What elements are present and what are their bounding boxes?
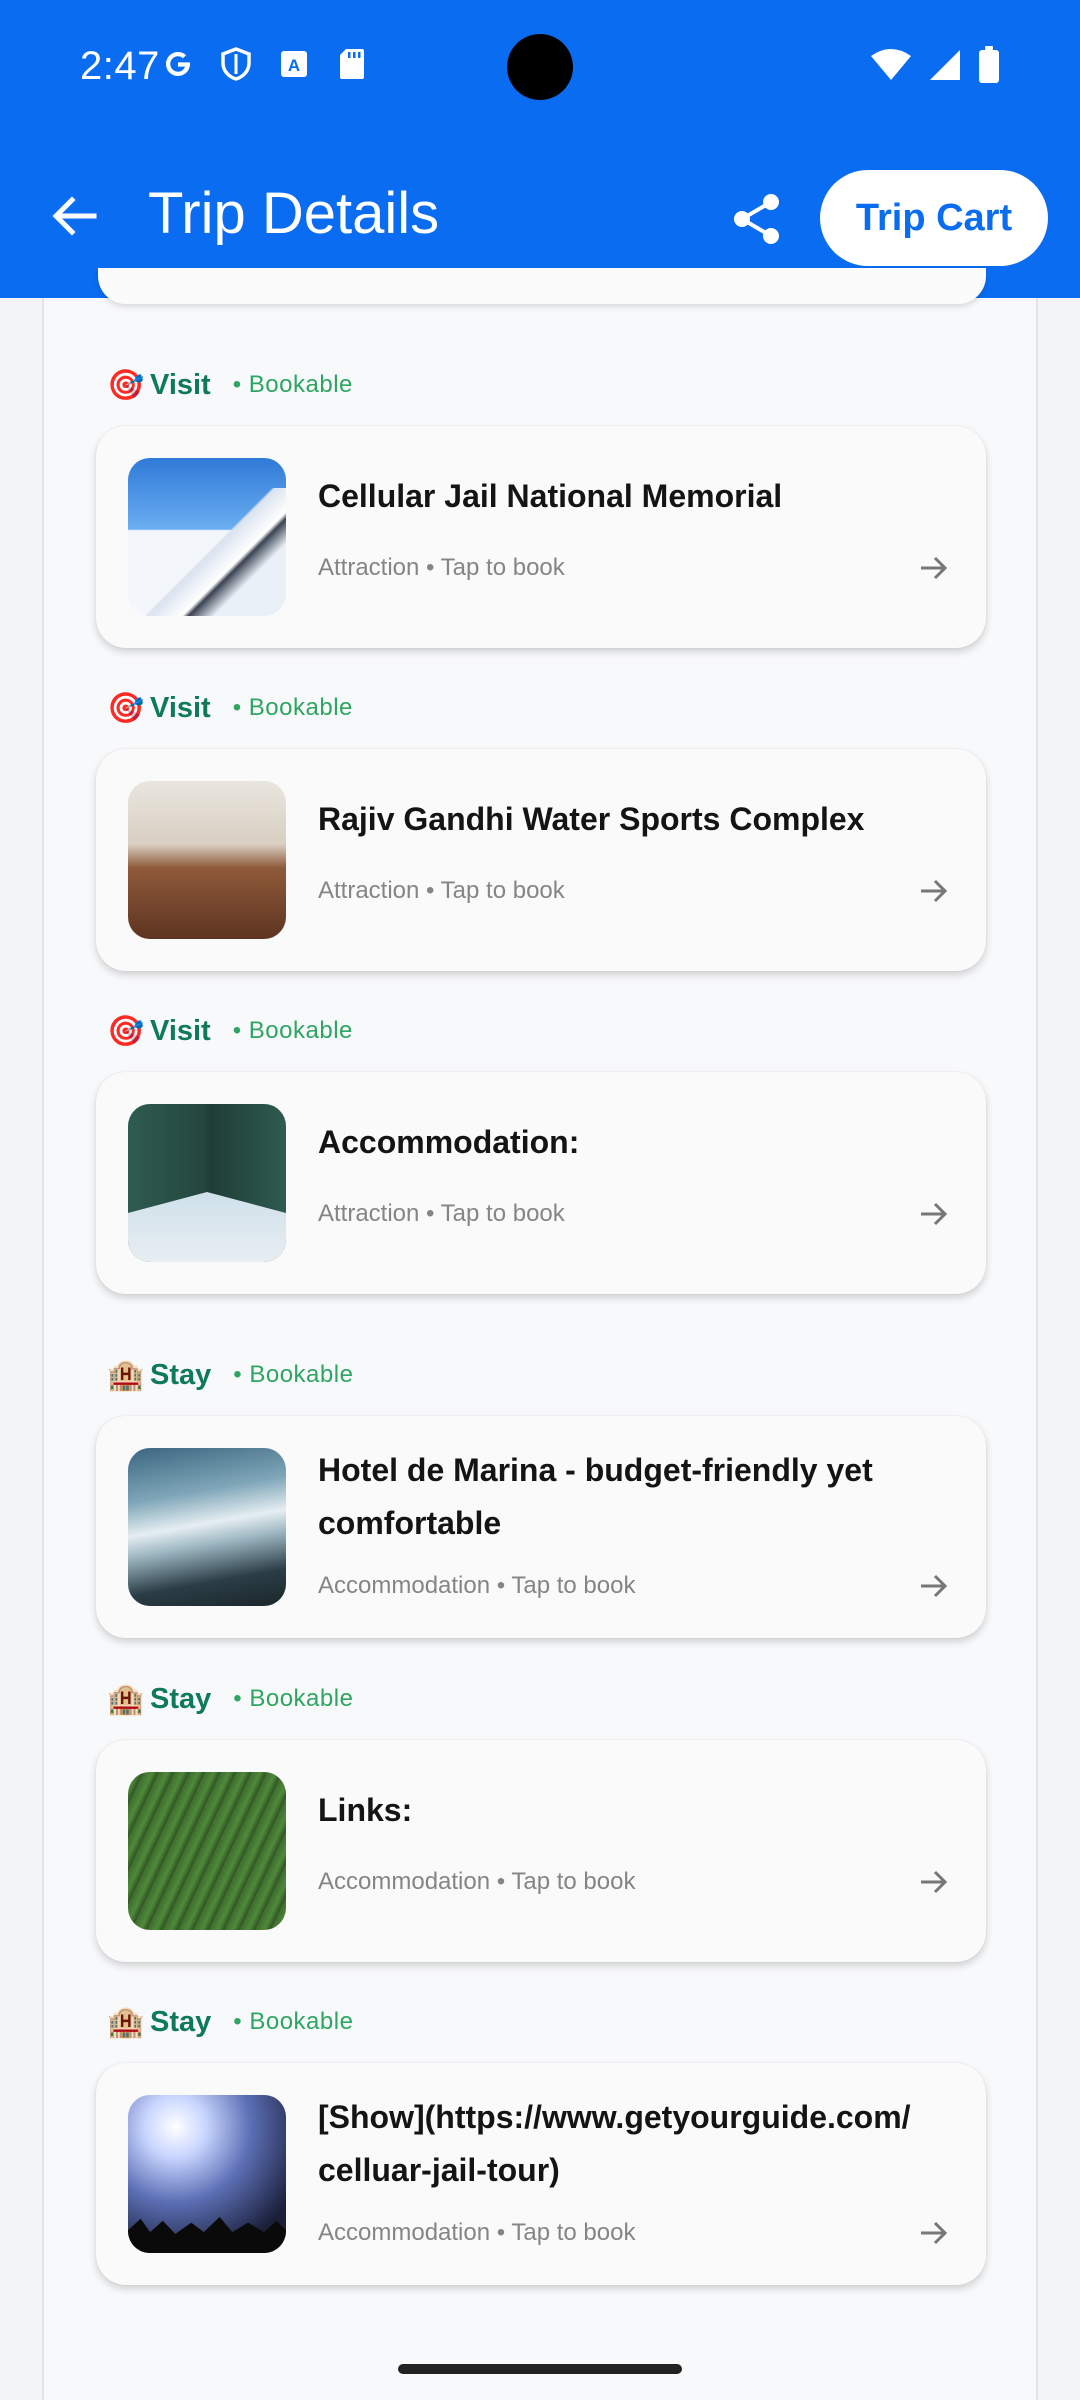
page-title: Trip Details	[148, 181, 440, 246]
trip-cart-button[interactable]: Trip Cart	[820, 170, 1048, 266]
arrow-right-icon[interactable]	[914, 871, 954, 911]
card-thumbnail	[128, 2095, 286, 2253]
card-thumbnail	[128, 1772, 286, 1930]
attraction-card[interactable]: Rajiv Gandhi Water Sports Complex Attrac…	[96, 749, 986, 971]
sd-card-icon	[334, 46, 370, 82]
card-title: Accommodation:	[318, 1124, 580, 1160]
card-meta: Accommodation • Tap to book	[318, 1868, 636, 1895]
section-label: Visit	[150, 691, 211, 724]
target-icon: 🎯	[107, 368, 145, 402]
share-icon[interactable]	[722, 184, 792, 254]
section-header: 🏨 Stay • Bookable	[107, 1350, 354, 1400]
card-title: [Show](https://www.getyourguide.com/cell…	[318, 2099, 911, 2188]
target-icon: 🎯	[107, 1014, 145, 1048]
bookable-badge: • Bookable	[233, 2008, 354, 2035]
card-title: Rajiv Gandhi Water Sports Complex	[318, 801, 865, 837]
a-badge-icon: A	[276, 46, 312, 82]
bookable-badge: • Bookable	[233, 1361, 354, 1388]
card-meta: Attraction • Tap to book	[318, 554, 565, 581]
card-thumbnail	[128, 1448, 286, 1606]
accommodation-card[interactable]: [Show](https://www.getyourguide.com/cell…	[96, 2063, 986, 2285]
shield-icon	[218, 46, 254, 82]
arrow-right-icon[interactable]	[914, 2213, 954, 2253]
card-meta: Attraction • Tap to book	[318, 877, 565, 904]
bookable-badge: • Bookable	[232, 371, 353, 398]
arrow-right-icon[interactable]	[914, 1566, 954, 1606]
card-thumbnail	[128, 781, 286, 939]
section-header: 🎯 Visit • Bookable	[107, 683, 353, 733]
hotel-icon: 🏨	[107, 2005, 145, 2039]
front-camera-cutout	[507, 34, 573, 100]
section-header: 🏨 Stay • Bookable	[107, 1674, 354, 1724]
accommodation-card[interactable]: Hotel de Marina - budget-friendly yet co…	[96, 1416, 986, 1638]
attraction-card[interactable]: Accommodation: Attraction • Tap to book	[96, 1072, 986, 1294]
wifi-icon	[870, 48, 912, 87]
card-meta: Attraction • Tap to book	[318, 1200, 565, 1227]
card-title: Hotel de Marina - budget-friendly yet co…	[318, 1452, 873, 1541]
section-label: Stay	[150, 2005, 212, 2038]
card-meta: Accommodation • Tap to book	[318, 2219, 636, 2246]
card-thumbnail	[128, 1104, 286, 1262]
top-bar: 2:47 A Trip Details Trip Cart	[0, 0, 1080, 298]
accommodation-card[interactable]: Links: Accommodation • Tap to book	[96, 1740, 986, 1962]
card-title: Links:	[318, 1792, 413, 1828]
card-thumbnail	[128, 458, 286, 616]
hotel-icon: 🏨	[107, 1682, 145, 1716]
status-time: 2:47	[80, 44, 160, 88]
gesture-home-bar[interactable]	[398, 2364, 682, 2374]
section-label: Stay	[150, 1682, 212, 1715]
status-left-icons: A	[160, 46, 370, 82]
previous-card-edge	[98, 268, 986, 304]
bookable-badge: • Bookable	[233, 1685, 354, 1712]
back-arrow-icon[interactable]	[44, 186, 104, 246]
section-label: Stay	[150, 1358, 212, 1391]
itinerary-list[interactable]: 🎯 Visit • Bookable Cellular Jail Nationa…	[42, 268, 1038, 2400]
bookable-badge: • Bookable	[232, 694, 353, 721]
section-header: 🎯 Visit • Bookable	[107, 1006, 353, 1056]
bookable-badge: • Bookable	[232, 1017, 353, 1044]
attraction-card[interactable]: Cellular Jail National Memorial Attracti…	[96, 426, 986, 648]
google-g-icon	[160, 46, 196, 82]
arrow-right-icon[interactable]	[914, 1194, 954, 1234]
svg-text:A: A	[288, 56, 300, 75]
section-header: 🎯 Visit • Bookable	[107, 360, 353, 410]
status-bar: 2:47 A	[0, 0, 1080, 134]
card-meta: Accommodation • Tap to book	[318, 1572, 636, 1599]
battery-icon	[978, 46, 1000, 89]
arrow-right-icon[interactable]	[914, 548, 954, 588]
arrow-right-icon[interactable]	[914, 1862, 954, 1902]
card-title: Cellular Jail National Memorial	[318, 478, 783, 514]
section-label: Visit	[150, 368, 211, 401]
target-icon: 🎯	[107, 691, 145, 725]
status-right-icons	[870, 46, 1000, 89]
signal-icon	[928, 48, 962, 87]
section-header: 🏨 Stay • Bookable	[107, 1997, 354, 2047]
hotel-icon: 🏨	[107, 1358, 145, 1392]
section-label: Visit	[150, 1014, 211, 1047]
